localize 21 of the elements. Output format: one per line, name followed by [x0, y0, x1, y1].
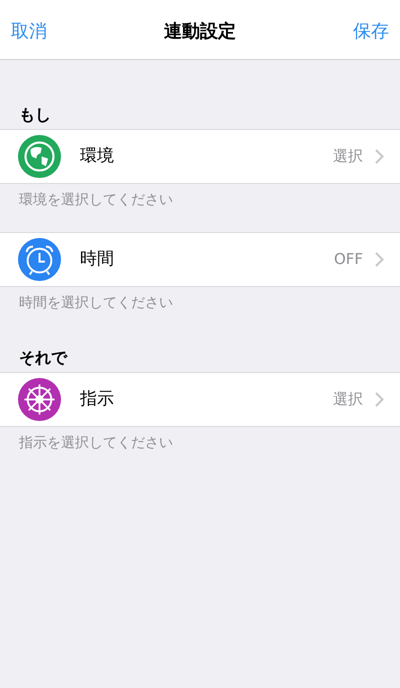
row-label: 時間 [80, 248, 114, 271]
chevron-icon [375, 252, 384, 267]
row-value: OFF [334, 249, 363, 270]
row-label: 環境 [80, 144, 114, 168]
chevron-icon [375, 149, 384, 164]
chevron-icon [375, 392, 384, 407]
ship-wheel-icon [18, 378, 61, 421]
screen-title: 連動設定 [164, 20, 236, 44]
footer-hint: 指示を選択してください [18, 434, 174, 453]
section-header: それで [18, 347, 69, 369]
globe-icon [18, 135, 61, 178]
row-label: 指示 [80, 388, 114, 411]
alarm-clock-icon [18, 238, 61, 281]
section-header: もし [18, 104, 52, 126]
footer-hint: 時間を選択してください [18, 294, 174, 313]
settings-row[interactable]: 指示 選択 [0, 372, 400, 427]
row-value: 選択 [333, 146, 363, 168]
settings-row[interactable]: 環境 選択 [0, 129, 400, 184]
row-value: 選択 [333, 389, 363, 410]
settings-row[interactable]: 時間 OFF [0, 232, 400, 287]
footer-hint: 環境を選択してください [18, 191, 174, 210]
